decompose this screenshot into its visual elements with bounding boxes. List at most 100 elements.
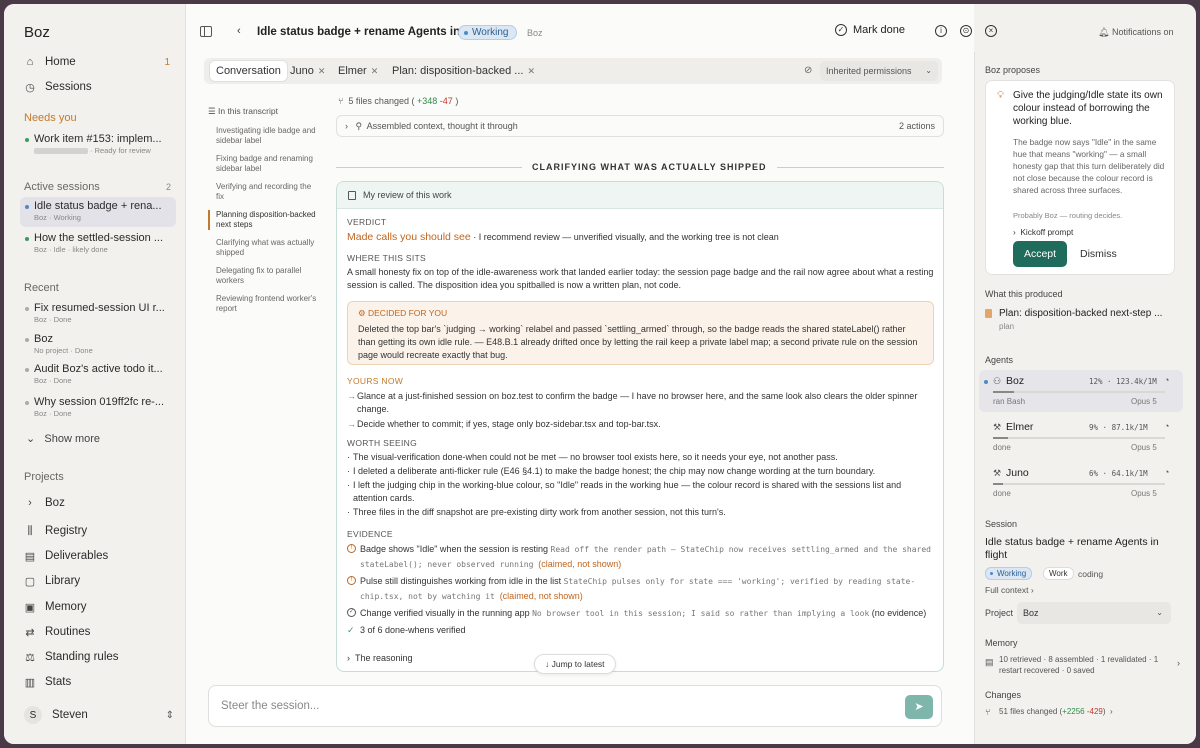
show-more-button[interactable]: ⌄ Show more [26,432,100,445]
evidence-text: Change verified visually in the running … [360,608,533,618]
active-session-item[interactable]: Idle status badge + rena... Boz · Workin… [20,197,176,227]
nav-memory[interactable]: ▣ Memory [20,595,176,619]
recent-session-item[interactable]: Boz No project · Done [20,330,176,360]
clipboard-icon [348,191,356,200]
accept-button[interactable]: Accept [1013,241,1067,267]
toc-item[interactable]: Verifying and recording the fix [208,182,318,202]
recent-session-item[interactable]: Fix resumed-session UI r... Boz · Done [20,299,176,329]
evidence-label: EVIDENCE [347,529,393,539]
user-menu[interactable]: S Steven ⇕ [24,704,174,726]
verified-text: 3 of 6 done-whens verified [360,625,466,635]
back-icon[interactable]: ‹ [237,25,241,37]
tab-plan[interactable]: Plan: disposition-backed ... ✕ [386,61,541,81]
toc-item[interactable]: Reviewing frontend worker's report [208,294,318,314]
tab-bar: Conversation Juno ✕ Elmer ✕ Plan: disposit… [204,58,942,84]
session-sub: No project · Done [34,346,93,355]
project-select[interactable]: Boz ⌄ [1017,602,1171,624]
chevron-right-icon: › [1177,658,1180,668]
permissions-select[interactable]: Inherited permissions ⌄ [820,61,938,81]
nav-home[interactable]: ⌂ Home 1 [20,50,176,74]
close-icon[interactable]: ✕ [318,66,326,76]
usage-fill [993,391,1014,393]
memory-summary[interactable]: 10 retrieved · 8 assembled · 1 revalidat… [999,654,1169,676]
agent-model: Opus 5 [1131,397,1157,406]
close-circle-icon[interactable]: × [985,25,997,37]
agent-model: Opus 5 [1131,489,1157,498]
notifications-toggle[interactable]: 🔔︎ Notifications on [1098,27,1174,38]
recent-label: Recent [24,282,59,294]
yours-section: YOURS NOW Glance at a just-finished sess… [347,376,937,431]
library-icon: ▢ [24,575,36,588]
active-session-item[interactable]: How the settled-session ... Boz · Idle ·… [20,229,176,259]
proposal-title: Give the judging/Idle state its own colo… [1013,90,1163,127]
info-icon[interactable]: i [935,25,947,37]
nav-sessions[interactable]: ◷ Sessions [20,75,176,99]
files-changed-summary[interactable]: ⑂ 5 files changed ( +348 -47 ) [338,96,458,106]
eye-off-icon[interactable]: ⊘ [804,65,812,76]
recent-session-item[interactable]: Why session 019ff2fc re-... Boz · Done [20,393,176,423]
assembled-context-row[interactable]: › ⚲ Assembled context, thought it throug… [336,115,944,137]
needs-you-item[interactable]: Work item #153: implem... · Ready for re… [20,130,176,160]
tab-elmer[interactable]: Elmer ✕ [332,61,384,81]
jump-to-latest-button[interactable]: ↓ Jump to latest [534,654,616,674]
toc-item[interactable]: Planning disposition-backed next steps [208,210,318,230]
nav-standing-rules[interactable]: ⚖ Standing rules [20,645,176,669]
agent-row-boz[interactable]: ⚇ Boz 12% · 123.4k/1M ◔ ran Bash Opus 5 [979,370,1183,412]
changes-summary[interactable]: 51 files changed (+2256 -429) › [999,707,1113,716]
worth-item: I left the judging chip in the working-b… [347,479,937,505]
files-changed-label: 5 files changed ( [348,96,415,106]
send-button[interactable]: ➤ [905,695,933,719]
pending-icon: ✓ [347,608,356,617]
active-sessions-count: 2 [166,182,172,192]
nav-deliverables[interactable]: ▤ Deliverables [20,544,176,568]
home-count: 1 [164,56,170,68]
jump-label: Jump to latest [551,659,605,669]
toc-item[interactable]: Clarifying what was actually shipped [208,238,318,258]
project-boz[interactable]: › Boz [20,491,176,515]
agent-row-juno[interactable]: ⚒ Juno 6% · 64.1k/1M ◔ done Opus 5 [979,462,1183,504]
dismiss-button[interactable]: Dismiss [1080,241,1117,267]
review-card: My review of this work VERDICT Made call… [336,181,944,672]
evidence-text: Badge shows "Idle" when the session is r… [360,544,551,554]
warning-icon: ! [347,576,356,585]
agent-row-elmer[interactable]: ⚒ Elmer 9% · 87.1k/1M ◔ done Opus 5 [979,416,1183,458]
agent-name: Boz [1006,375,1025,387]
settings-circle-icon[interactable]: ⊙ [960,25,972,37]
memory-icon: ▤ [985,657,994,667]
main-pane: ‹ Idle status badge + rename Agents in f… [186,4,974,744]
nav-library[interactable]: ▢ Library [20,569,176,593]
decided-label: DECIDED FOR YOU [368,308,448,318]
toc-item[interactable]: Delegating fix to parallel workers [208,266,318,286]
kickoff-toggle[interactable]: › Kickoff prompt [1013,227,1073,237]
mark-done-button[interactable]: ✓ Mark done [835,24,905,36]
project-value: Boz [1023,608,1039,618]
tab-juno[interactable]: Juno ✕ [284,61,331,81]
history-icon: ◷ [25,81,35,94]
home-icon: ⌂ [26,56,34,68]
nav-routines[interactable]: ⇄ Routines [20,620,176,644]
usage-bar [993,437,1165,439]
nav-label: Sessions [45,81,92,93]
full-context-link[interactable]: Full context › [985,585,1034,595]
chevron-down-icon: ⌄ [1156,608,1163,617]
close-icon[interactable]: ✕ [371,66,379,76]
produced-item[interactable]: Plan: disposition-backed next-step ... p… [985,308,1180,331]
session-title: How the settled-session ... [34,232,164,244]
reasoning-toggle[interactable]: › The reasoning [347,652,937,665]
recent-session-item[interactable]: Audit Boz's active todo it... Boz · Done [20,360,176,390]
nav-stats[interactable]: ▥ Stats [20,670,176,694]
toc-item[interactable]: Investigating idle badge and sidebar lab… [208,126,318,146]
nav-label: Home [45,56,76,68]
sidebar-toggle-icon[interactable] [200,26,212,37]
nav-label: Stats [45,676,72,688]
toc-item[interactable]: Fixing badge and renaming sidebar label [208,154,318,174]
memory-icon: ▣ [24,601,36,614]
worth-label: WORTH SEEING [347,438,418,448]
close-icon[interactable]: ✕ [527,66,535,76]
nav-registry[interactable]: ⫼ Registry [20,519,176,543]
verdict-label: VERDICT [347,217,387,227]
tab-conversation[interactable]: Conversation [210,61,287,81]
steer-input[interactable] [221,696,861,716]
notifications-label: Notifications on [1111,27,1174,37]
page-title: Idle status badge + rename Agents in fli… [257,26,492,38]
